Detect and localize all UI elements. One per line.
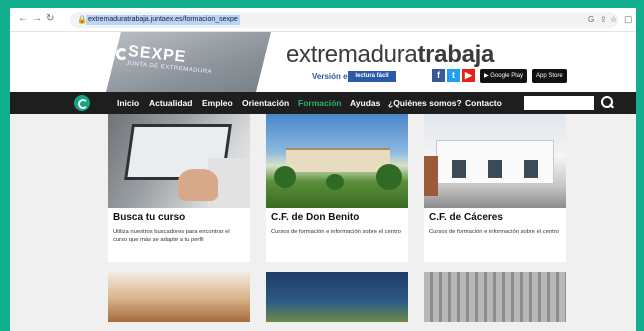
bookmark-star-icon[interactable]: ☆ [610, 15, 617, 25]
window-shape [488, 160, 502, 178]
main-nav: Inicio Actualidad Empleo Orientación For… [10, 92, 636, 114]
card-image-caceres[interactable] [424, 114, 566, 208]
tree-shape [376, 164, 402, 190]
nav-item-empleo[interactable]: Empleo [202, 92, 233, 114]
url-text[interactable]: extremaduratrabaja.juntaex.es/formacion_… [86, 15, 240, 25]
nav-item-orientacion[interactable]: Orientación [242, 92, 289, 114]
card-image-laptop[interactable] [108, 114, 250, 208]
card-description: Cursos de formación e información sobre … [271, 229, 401, 235]
tree-shape [326, 174, 344, 190]
nav-item-inicio[interactable]: Inicio [117, 92, 139, 114]
google-lens-icon[interactable]: G [588, 15, 594, 25]
youtube-icon[interactable]: ▶ [462, 69, 475, 82]
google-play-label: Google Play [490, 73, 523, 79]
site-title-bold: trabaja [417, 41, 495, 68]
card-image-don-benito[interactable] [266, 114, 408, 208]
search-input[interactable] [524, 96, 594, 110]
site-title-light: extremadura [286, 41, 418, 68]
app-store-label: App Store [536, 73, 563, 79]
brick-wall-shape [424, 156, 438, 196]
address-bar[interactable]: 🔒 extremaduratrabaja.juntaex.es/formacio… [70, 12, 618, 28]
building-shape [286, 148, 390, 172]
reload-icon[interactable]: ↻ [46, 13, 54, 25]
sidepanel-icon[interactable]: ▢ [624, 14, 633, 24]
search-icon[interactable] [600, 95, 614, 109]
card-title[interactable]: C.F. de Cáceres [429, 212, 503, 223]
lectura-facil-button[interactable]: lectura fácil [348, 71, 396, 82]
card-description: Cursos de formación e información sobre … [429, 229, 559, 235]
sexpe-logo-icon[interactable] [116, 48, 128, 60]
main-content: Busca tu curso Utiliza nuestros buscador… [10, 114, 636, 331]
card-image-facade[interactable] [424, 272, 566, 322]
app-store-badge[interactable]: App Store [532, 69, 567, 83]
site-header: SEXPE JUNTA DE EXTREMADURA extremaduratr… [10, 32, 636, 92]
tree-shape [274, 166, 296, 188]
card-image-night-building[interactable] [266, 272, 408, 322]
card-caceres[interactable]: C.F. de Cáceres Cursos de formación e in… [424, 114, 566, 262]
twitter-icon[interactable]: t [447, 69, 460, 82]
nav-item-formacion[interactable]: Formación [298, 92, 341, 114]
card-title[interactable]: Busca tu curso [113, 212, 185, 223]
back-arrow-icon[interactable]: ← [18, 13, 28, 25]
nav-item-contacto[interactable]: Contacto [465, 92, 502, 114]
card-description: Utiliza nuestros buscadores para encontr… [113, 229, 230, 243]
facebook-icon[interactable]: f [432, 69, 445, 82]
window-shape [524, 160, 538, 178]
site-title[interactable]: extremaduratrabaja [286, 42, 494, 68]
hand-shape [178, 169, 218, 201]
share-icon[interactable]: ⇪ [600, 15, 607, 25]
nav-item-actualidad[interactable]: Actualidad [149, 92, 192, 114]
browser-window: ← → ↻ 🔒 extremaduratrabaja.juntaex.es/fo… [10, 8, 636, 331]
window-shape [452, 160, 466, 178]
version-label: Versión en [312, 72, 353, 81]
card-title[interactable]: C.F. de Don Benito [271, 212, 359, 223]
forward-arrow-icon[interactable]: → [32, 13, 42, 25]
nav-item-quienes-somos[interactable]: ¿Quiénes somos? [388, 92, 462, 114]
extremadura-trabaja-logo-icon[interactable] [74, 95, 90, 111]
card-don-benito[interactable]: C.F. de Don Benito Cursos de formación e… [266, 114, 408, 262]
card-busca-curso[interactable]: Busca tu curso Utiliza nuestros buscador… [108, 114, 250, 262]
card-image-classroom[interactable] [108, 272, 250, 322]
browser-toolbar: ← → ↻ 🔒 extremaduratrabaja.juntaex.es/fo… [10, 8, 636, 32]
nav-item-ayudas[interactable]: Ayudas [350, 92, 380, 114]
google-play-badge[interactable]: ▶ Google Play [480, 69, 527, 83]
